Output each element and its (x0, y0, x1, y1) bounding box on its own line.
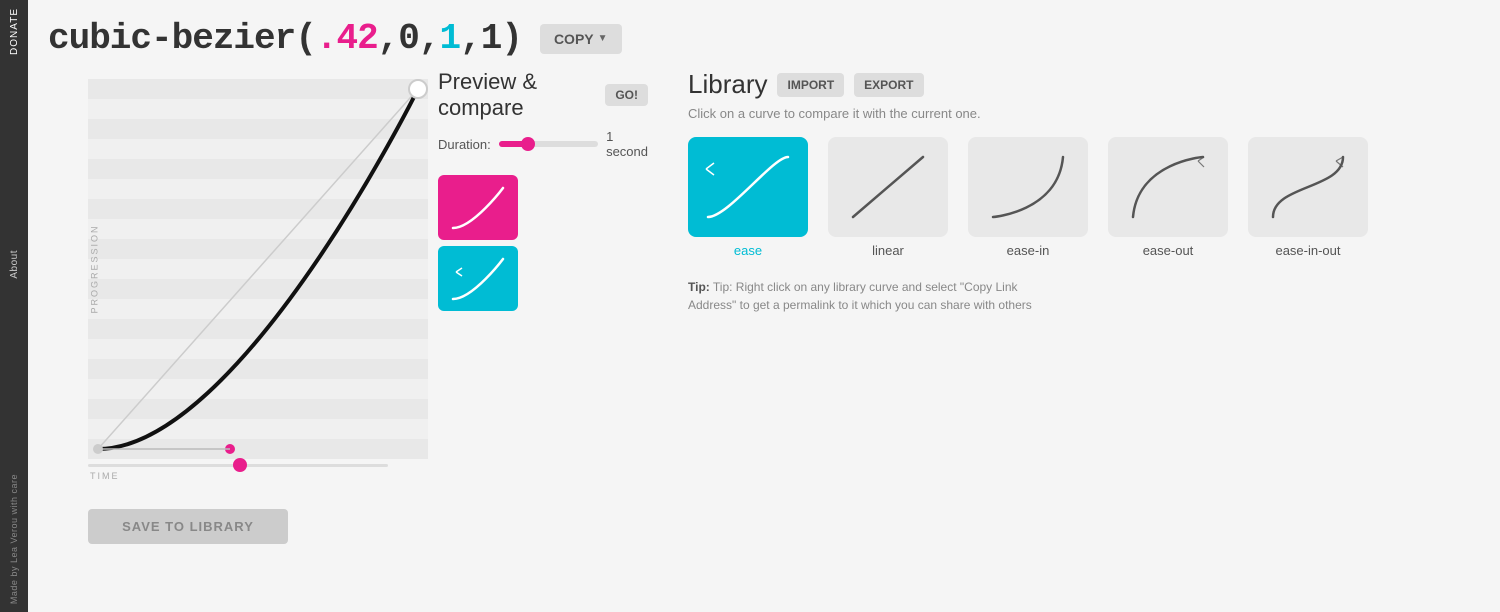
library-curve-ease-in[interactable]: ease-in (968, 137, 1088, 258)
comma2: , (419, 18, 440, 59)
preview-curve-teal-svg (448, 254, 508, 304)
sidebar-donate-button[interactable]: DONATE (9, 8, 20, 55)
param4[interactable]: 1 (481, 18, 502, 59)
ease-in-card[interactable] (968, 137, 1088, 237)
library-header: Library IMPORT EXPORT (688, 69, 1470, 100)
go-button[interactable]: GO! (605, 84, 648, 106)
preview-card-pink[interactable] (438, 175, 518, 240)
copy-label: COPY (554, 31, 594, 47)
comma3: , (460, 18, 481, 59)
library-section: Library IMPORT EXPORT Click on a curve t… (648, 69, 1470, 612)
preview-title: Preview & compare GO! (438, 69, 648, 121)
time-scrubber[interactable] (233, 458, 247, 472)
save-to-library-button[interactable]: SAVE TO LIBRARY (88, 509, 288, 544)
curve-svg (88, 79, 428, 459)
library-curve-ease-in-out[interactable]: ease-in-out (1248, 137, 1368, 258)
library-curve-ease[interactable]: ease (688, 137, 808, 258)
content-row: PROGRESSION TIME SAVE TO LIBRARY Preview… (48, 69, 1470, 612)
sidebar-made-label: Made by Lea Verou with care (9, 474, 19, 604)
bezier-graph[interactable]: PROGRESSION TIME (88, 79, 428, 459)
library-title: Library (688, 69, 767, 100)
param2[interactable]: 0 (398, 18, 419, 59)
preview-curve-pink-svg (448, 183, 508, 233)
library-curve-linear[interactable]: linear (828, 137, 948, 258)
import-button[interactable]: IMPORT (777, 73, 844, 97)
ease-in-curve-svg (978, 147, 1078, 227)
library-subtitle: Click on a curve to compare it with the … (688, 106, 1470, 121)
export-button[interactable]: EXPORT (854, 73, 923, 97)
preview-card-teal[interactable] (438, 246, 518, 311)
comma1: , (378, 18, 399, 59)
ease-label: ease (734, 243, 762, 258)
tip-bold: Tip: (688, 280, 710, 294)
formula-display: cubic-bezier(.42,0,1,1) (48, 18, 522, 59)
linear-curve-svg (838, 147, 938, 227)
graph-area: PROGRESSION TIME SAVE TO LIBRARY (48, 69, 428, 612)
ease-in-out-curve-svg (1258, 147, 1358, 227)
preview-section: Preview & compare GO! Duration: 1 second (428, 69, 648, 612)
ease-card[interactable] (688, 137, 808, 237)
duration-value: 1 second (606, 129, 648, 159)
sidebar-about-label: About (9, 250, 20, 279)
duration-row: Duration: 1 second (438, 129, 648, 159)
tip-content: Tip: Right click on any library curve an… (688, 280, 1032, 312)
sidebar: DONATE About Made by Lea Verou with care (0, 0, 28, 612)
preview-curves (438, 175, 648, 311)
x-axis-label: TIME (90, 471, 120, 481)
linear-label: linear (872, 243, 904, 258)
param3[interactable]: 1 (440, 18, 461, 59)
duration-slider[interactable] (499, 141, 598, 147)
chevron-down-icon: ▼ (598, 33, 608, 44)
library-grid: ease linear (688, 137, 1470, 258)
tip-text: Tip: Tip: Right click on any library cur… (688, 278, 1068, 314)
copy-button[interactable]: COPY ▼ (540, 24, 622, 54)
ease-curve-svg (698, 147, 798, 227)
ease-out-curve-svg (1118, 147, 1218, 227)
ease-in-label: ease-in (1007, 243, 1050, 258)
formula-prefix: cubic-bezier( (48, 18, 316, 59)
header: cubic-bezier(.42,0,1,1) COPY ▼ (48, 0, 1470, 69)
ease-out-label: ease-out (1143, 243, 1194, 258)
preview-title-text: Preview & compare (438, 69, 595, 121)
ease-out-card[interactable] (1108, 137, 1228, 237)
ease-in-out-card[interactable] (1248, 137, 1368, 237)
y-axis-label: PROGRESSION (90, 224, 100, 313)
formula-suffix: ) (501, 18, 522, 59)
main-content: cubic-bezier(.42,0,1,1) COPY ▼ (28, 0, 1500, 612)
linear-card[interactable] (828, 137, 948, 237)
ease-in-out-label: ease-in-out (1275, 243, 1340, 258)
library-curve-ease-out[interactable]: ease-out (1108, 137, 1228, 258)
param1[interactable]: .42 (316, 18, 378, 59)
slider-thumb[interactable] (521, 137, 535, 151)
duration-label: Duration: (438, 137, 491, 152)
